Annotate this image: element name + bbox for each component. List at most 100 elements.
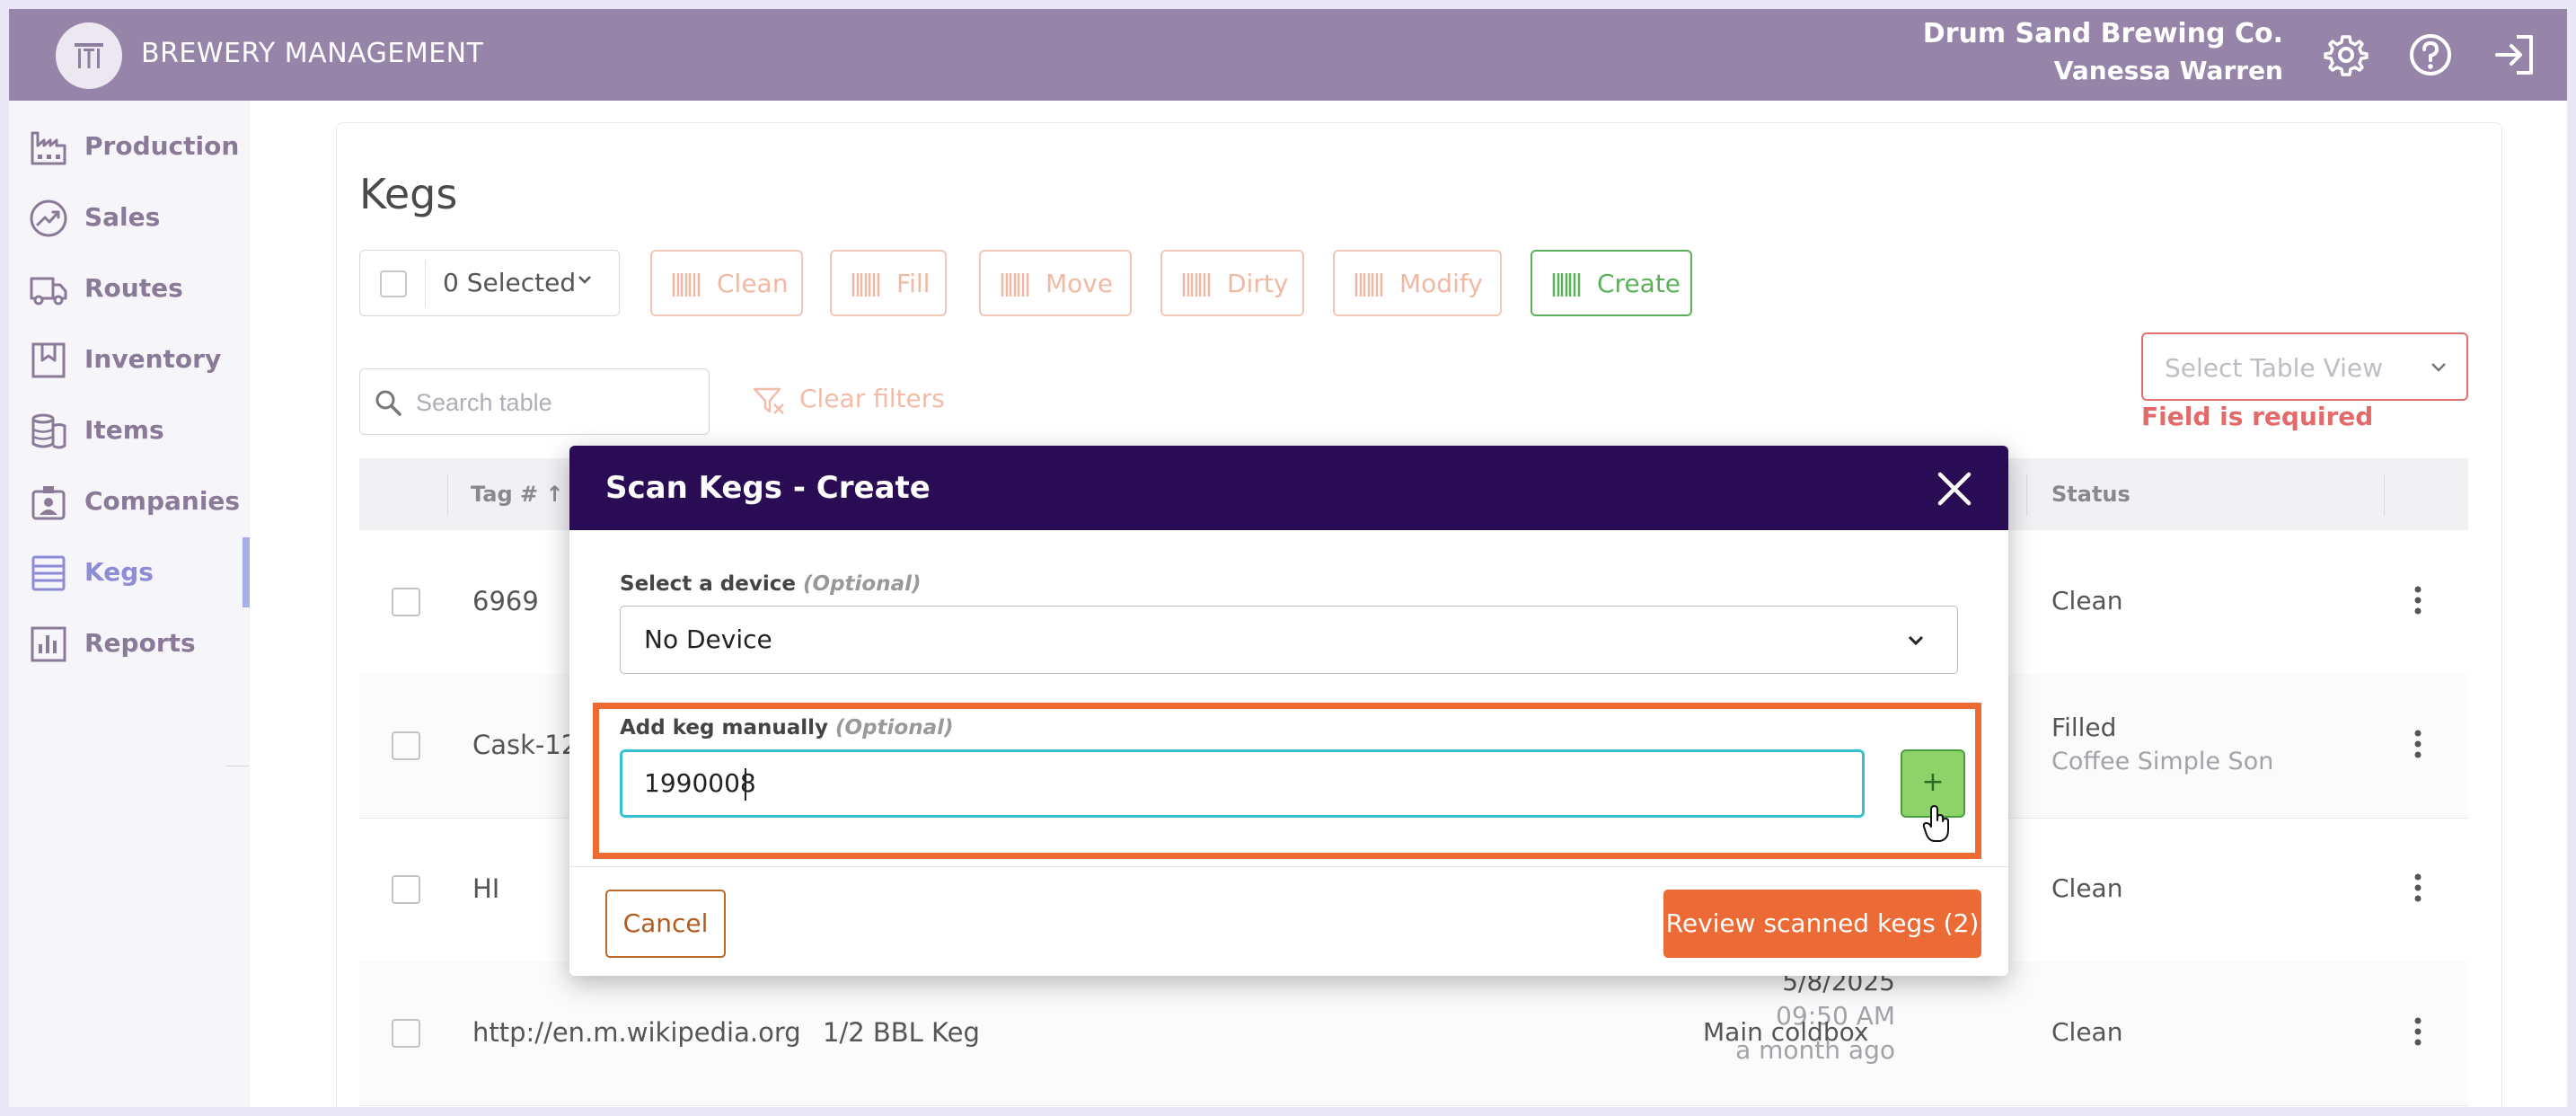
brewery-logo-icon bbox=[75, 43, 103, 68]
modal-title: Scan Kegs - Create bbox=[605, 470, 931, 506]
sidebar-item-label: Production bbox=[84, 131, 240, 161]
column-divider bbox=[447, 474, 448, 516]
bulk-select-dropdown[interactable]: 0 Selected bbox=[359, 250, 620, 316]
row-checkbox[interactable] bbox=[392, 731, 420, 760]
sidebar-item-items[interactable]: Items bbox=[9, 395, 250, 465]
table-view-placeholder: Select Table View bbox=[2165, 353, 2384, 383]
fill-button[interactable]: Fill bbox=[830, 250, 947, 316]
select-all-checkbox[interactable] bbox=[380, 270, 407, 297]
table-row[interactable]: http://en.m.wikipedia.org 1/2 BBL Keg 5/… bbox=[359, 961, 2468, 1106]
modify-button[interactable]: Modify bbox=[1333, 250, 1502, 316]
search-icon bbox=[375, 390, 401, 416]
move-button[interactable]: Move bbox=[979, 250, 1132, 316]
sidebar-item-kegs[interactable]: Kegs bbox=[9, 537, 250, 607]
app-window: BREWERY MANAGEMENT Drum Sand Brewing Co.… bbox=[9, 9, 2567, 1107]
bookmark-icon bbox=[31, 342, 66, 378]
search-input[interactable] bbox=[414, 385, 696, 420]
modal-header: Scan Kegs - Create bbox=[569, 446, 2008, 530]
row-status: Filled bbox=[2051, 713, 2117, 742]
device-select-value: No Device bbox=[644, 624, 772, 654]
barcode-icon bbox=[851, 273, 880, 297]
table-view-select[interactable]: Select Table View bbox=[2141, 332, 2468, 401]
row-location: Main coldbox bbox=[1703, 1017, 1869, 1047]
sidebar-item-inventory[interactable]: Inventory bbox=[9, 324, 250, 394]
dirty-button[interactable]: Dirty bbox=[1160, 250, 1304, 316]
sidebar-item-routes[interactable]: Routes bbox=[9, 253, 250, 323]
company-name: Drum Sand Brewing Co. bbox=[1922, 18, 2283, 49]
hand-pointer-icon bbox=[1922, 805, 1949, 842]
more-vertical-icon[interactable] bbox=[2413, 582, 2423, 618]
close-icon[interactable] bbox=[1935, 469, 1974, 509]
id-badge-icon bbox=[31, 486, 66, 520]
manual-keg-input[interactable]: 1990008 bbox=[620, 749, 1865, 818]
barcode-icon bbox=[1182, 273, 1211, 297]
table-view-error: Field is required bbox=[2141, 402, 2374, 431]
sidebar-item-reports[interactable]: Reports bbox=[9, 608, 250, 678]
cancel-button[interactable]: Cancel bbox=[605, 890, 726, 958]
more-vertical-icon[interactable] bbox=[2413, 726, 2423, 762]
row-checkbox[interactable] bbox=[392, 1019, 420, 1048]
sidebar-item-label: Inventory bbox=[84, 344, 222, 374]
logout-icon[interactable] bbox=[2492, 31, 2538, 78]
table-search[interactable] bbox=[359, 368, 710, 435]
sidebar: Production Sales Routes Inventory Items … bbox=[9, 101, 250, 1107]
factory-icon bbox=[31, 131, 66, 165]
more-vertical-icon[interactable] bbox=[2413, 1014, 2423, 1050]
fill-label: Fill bbox=[896, 269, 931, 298]
column-header-status[interactable]: Status bbox=[2051, 478, 2130, 510]
manual-keg-value: 1990008 bbox=[644, 768, 756, 798]
chevron-down-icon bbox=[2431, 363, 2446, 372]
column-divider bbox=[2384, 474, 2385, 516]
filter-off-icon bbox=[753, 387, 784, 414]
scan-kegs-modal: Scan Kegs - Create Select a device (Opti… bbox=[569, 446, 2008, 976]
sidebar-item-label: Companies bbox=[84, 486, 241, 516]
row-status-detail: Coffee Simple Son bbox=[2051, 748, 2274, 775]
barcode-icon bbox=[1001, 273, 1029, 297]
app-name: BREWERY MANAGEMENT bbox=[141, 38, 484, 69]
row-tag: 6969 bbox=[472, 586, 539, 616]
barcode-icon bbox=[1354, 273, 1383, 297]
modal-divider bbox=[569, 866, 2008, 867]
bar-chart-icon bbox=[31, 626, 66, 662]
keg-icon bbox=[31, 555, 66, 591]
clean-button[interactable]: Clean bbox=[650, 250, 803, 316]
sidebar-item-companies[interactable]: Companies bbox=[9, 466, 250, 536]
sidebar-item-sales[interactable]: Sales bbox=[9, 182, 250, 252]
column-header-tag[interactable]: Tag # ↑ bbox=[471, 478, 564, 510]
help-icon[interactable] bbox=[2407, 31, 2454, 78]
row-status: Clean bbox=[2051, 586, 2123, 616]
move-label: Move bbox=[1045, 269, 1114, 298]
create-label: Create bbox=[1597, 269, 1681, 298]
brewery-logo[interactable] bbox=[56, 22, 122, 89]
more-vertical-icon[interactable] bbox=[2413, 870, 2423, 906]
sidebar-item-label: Sales bbox=[84, 202, 161, 232]
barrels-icon bbox=[31, 413, 66, 449]
gear-icon[interactable] bbox=[2323, 31, 2369, 78]
chevron-down-icon bbox=[578, 276, 591, 284]
manual-field-label: Add keg manually (Optional) bbox=[620, 716, 954, 740]
barcode-icon bbox=[1552, 273, 1581, 297]
create-button[interactable]: Create bbox=[1531, 250, 1692, 316]
row-status: Clean bbox=[2051, 1017, 2123, 1047]
divider bbox=[425, 260, 426, 306]
modify-label: Modify bbox=[1399, 269, 1483, 298]
column-divider bbox=[2026, 474, 2027, 516]
sidebar-item-production[interactable]: Production bbox=[9, 111, 250, 182]
barcode-icon bbox=[672, 273, 701, 297]
row-checkbox[interactable] bbox=[392, 588, 420, 616]
review-scanned-kegs-button[interactable]: Review scanned kegs (2) bbox=[1663, 890, 1981, 958]
row-checkbox[interactable] bbox=[392, 875, 420, 904]
row-status: Clean bbox=[2051, 873, 2123, 903]
sidebar-item-label: Kegs bbox=[84, 557, 154, 587]
row-size: 1/2 BBL Keg bbox=[823, 1017, 980, 1048]
sidebar-item-label: Routes bbox=[84, 273, 183, 303]
clear-filters-label: Clear filters bbox=[799, 384, 945, 413]
row-tag: http://en.m.wikipedia.org bbox=[472, 1017, 801, 1048]
row-tag: HI bbox=[472, 873, 500, 904]
sidebar-item-label: Items bbox=[84, 415, 164, 445]
text-caret bbox=[745, 768, 746, 801]
device-select[interactable]: No Device bbox=[620, 606, 1958, 674]
selected-count: 0 Selected bbox=[443, 268, 577, 297]
page-title: Kegs bbox=[359, 170, 458, 218]
device-field-label: Select a device (Optional) bbox=[620, 572, 922, 596]
